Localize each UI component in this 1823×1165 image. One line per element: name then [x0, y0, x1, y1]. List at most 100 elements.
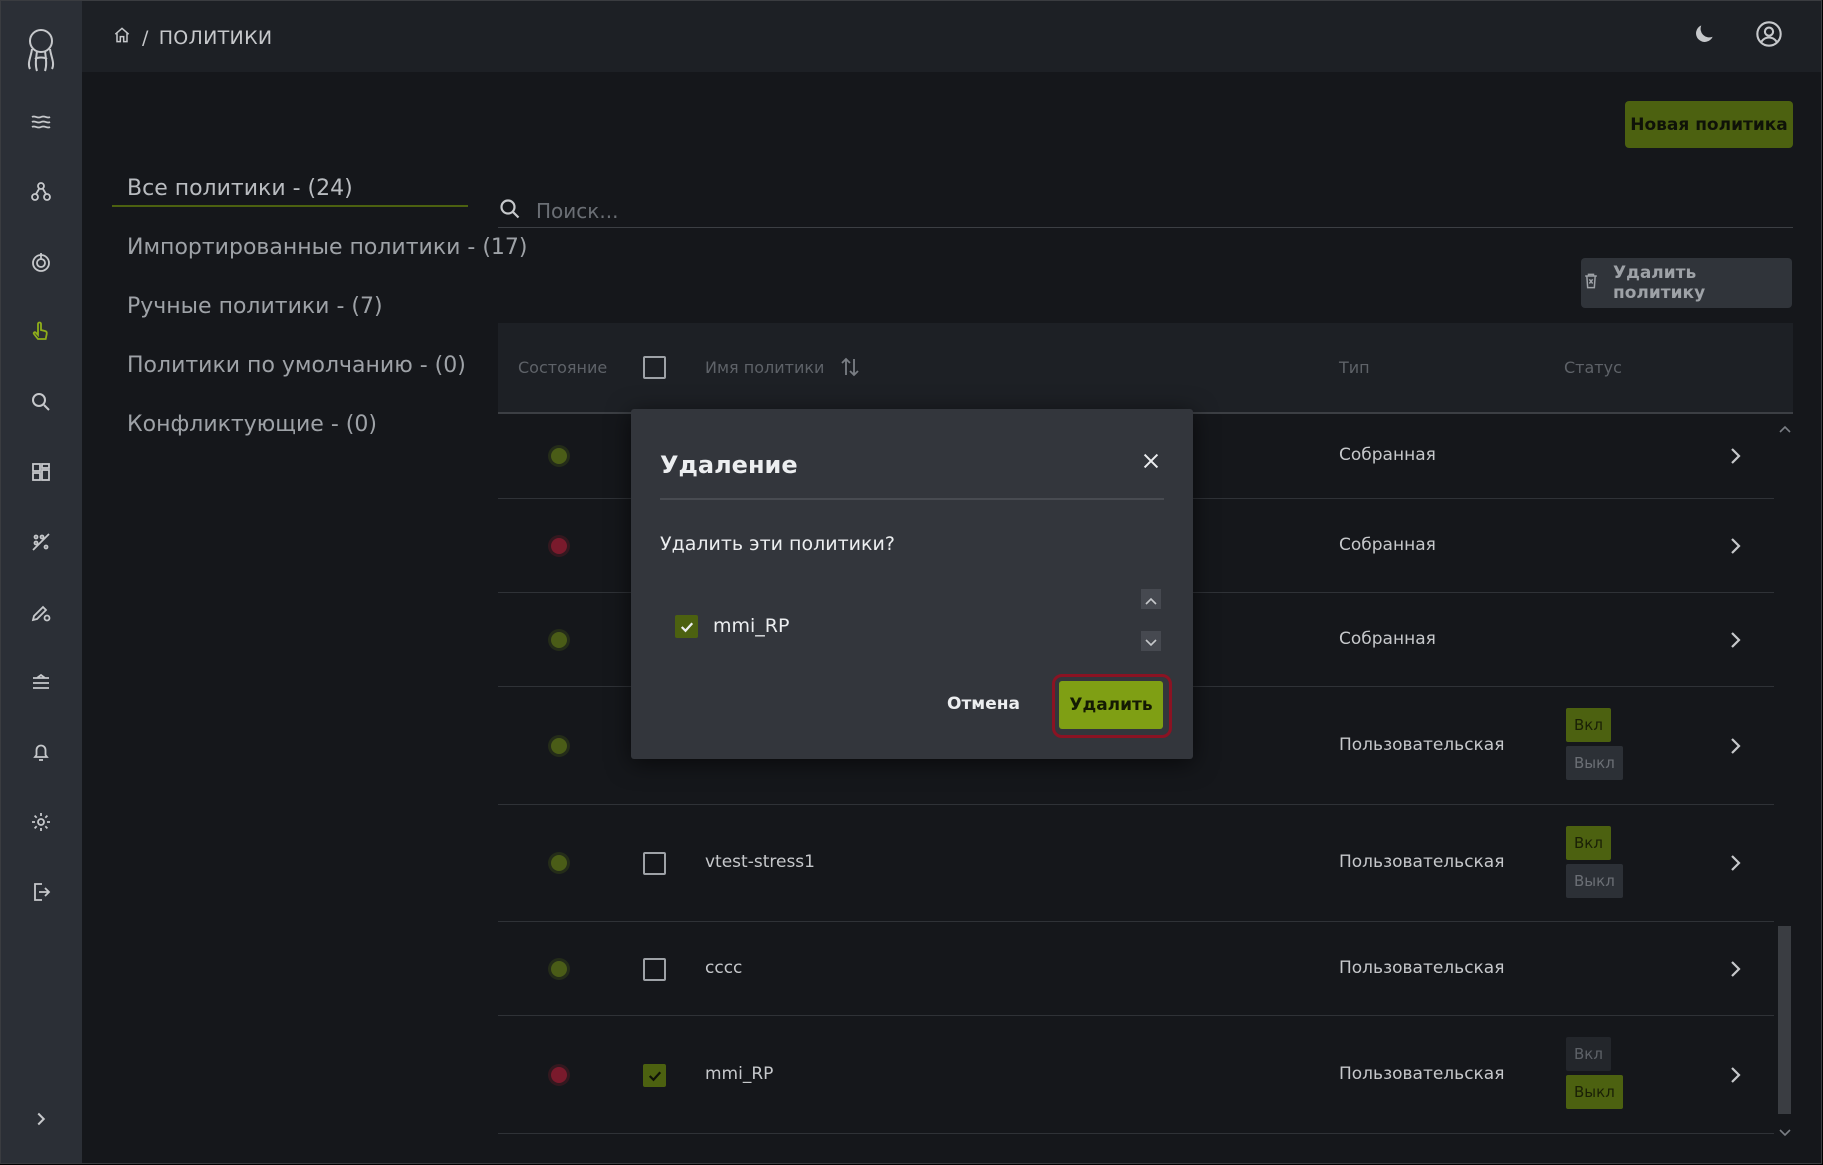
chevron-down-icon: [1145, 632, 1157, 651]
chevron-right-icon[interactable]: [1727, 853, 1743, 873]
filter-imported[interactable]: Импортированные политики - (17): [127, 235, 528, 260]
pen-gear-icon: [29, 600, 53, 628]
layers-icon: [29, 670, 53, 698]
state-indicator: [551, 538, 567, 554]
sidebar-item-waves[interactable]: [21, 104, 61, 144]
table-row[interactable]: mmi_RP Пользовательская Вкл Выкл: [498, 1016, 1774, 1134]
cancel-button[interactable]: Отмена: [947, 694, 1020, 714]
sidebar-item-analytics[interactable]: [21, 524, 61, 564]
app-window: / ПОЛИТИКИ Новая политика Все политики -…: [0, 0, 1822, 1164]
sidebar-item-nodes[interactable]: [21, 174, 61, 214]
dialog-divider: [660, 498, 1164, 500]
column-name[interactable]: Имя политики: [705, 358, 824, 377]
policy-name[interactable]: vtest-stress1: [705, 852, 815, 872]
status-toggle[interactable]: Вкл Выкл: [1566, 826, 1623, 902]
policy-type: Пользовательская: [1339, 958, 1505, 978]
state-indicator: [551, 448, 567, 464]
row-checkbox[interactable]: [643, 958, 666, 981]
policy-type: Собранная: [1339, 445, 1436, 465]
table-row[interactable]: vtest-stress1 Пользовательская Вкл Выкл: [498, 805, 1774, 922]
table-row[interactable]: cccc Пользовательская: [498, 922, 1774, 1016]
toggle-on[interactable]: Вкл: [1566, 708, 1611, 742]
chevron-right-icon[interactable]: [1727, 1065, 1743, 1085]
chevron-right-icon[interactable]: [1727, 536, 1743, 556]
policy-type: Собранная: [1339, 535, 1436, 555]
dialog-scroll-down[interactable]: [1141, 631, 1161, 651]
sidebar-item-logout[interactable]: [21, 874, 61, 914]
select-all-checkbox[interactable]: [643, 356, 666, 379]
toggle-off[interactable]: Выкл: [1566, 864, 1623, 898]
policy-name[interactable]: cccc: [705, 958, 742, 978]
scrollbar-thumb[interactable]: [1778, 926, 1791, 1114]
waves-icon: [29, 110, 53, 138]
toggle-on[interactable]: Вкл: [1566, 826, 1611, 860]
dialog-item-label: mmi_RP: [713, 615, 790, 637]
chevron-right-icon[interactable]: [1727, 446, 1743, 466]
top-header: / ПОЛИТИКИ: [82, 1, 1821, 72]
table-scrollbar[interactable]: [1776, 414, 1793, 1137]
sidebar-item-policies[interactable]: [21, 314, 61, 354]
breadcrumb-separator: /: [142, 26, 149, 49]
column-state: Состояние: [518, 358, 608, 377]
sidebar-expand-button[interactable]: [26, 1106, 56, 1136]
sidebar-item-notifications[interactable]: [21, 734, 61, 774]
sidebar-item-search[interactable]: [21, 384, 61, 424]
state-indicator: [551, 961, 567, 977]
state-indicator: [551, 1067, 567, 1083]
sidebar-item-layers[interactable]: [21, 664, 61, 704]
chevron-up-icon: [1145, 590, 1157, 609]
dialog-title: Удаление: [660, 451, 798, 479]
policy-type: Собранная: [1339, 629, 1436, 649]
dialog-close-button[interactable]: [1139, 451, 1163, 475]
sidebar-item-dashboard[interactable]: [21, 454, 61, 494]
chevron-right-icon: [30, 1108, 52, 1134]
octopus-logo-icon[interactable]: [21, 27, 61, 73]
scroll-down-icon[interactable]: [1779, 1122, 1791, 1141]
toggle-off[interactable]: Выкл: [1566, 746, 1623, 780]
status-toggle[interactable]: Вкл Выкл: [1566, 708, 1623, 784]
power-icon: [29, 250, 53, 278]
status-toggle[interactable]: Вкл Выкл: [1566, 1037, 1623, 1113]
confirm-delete-button[interactable]: Удалить: [1059, 681, 1163, 729]
row-checkbox-checked[interactable]: [643, 1064, 666, 1087]
row-checkbox[interactable]: [643, 852, 666, 875]
search-input[interactable]: [536, 198, 1436, 223]
search-bar: [498, 194, 1793, 228]
breadcrumb: / ПОЛИТИКИ: [112, 25, 272, 50]
dialog-item-checkbox[interactable]: [675, 615, 698, 638]
theme-toggle-button[interactable]: [1687, 19, 1721, 53]
column-status: Статус: [1564, 358, 1622, 377]
sidebar-item-power[interactable]: [21, 244, 61, 284]
toggle-on[interactable]: Вкл: [1566, 1037, 1611, 1071]
filter-all[interactable]: Все политики - (24): [127, 176, 353, 201]
bell-icon: [29, 740, 53, 768]
active-filter-underline: [112, 205, 468, 207]
search-icon: [498, 197, 522, 225]
home-icon[interactable]: [112, 25, 132, 50]
sidebar: [1, 1, 82, 1163]
chevron-right-icon[interactable]: [1727, 736, 1743, 756]
chevron-right-icon[interactable]: [1727, 630, 1743, 650]
dialog-question: Удалить эти политики?: [660, 533, 895, 555]
policy-name[interactable]: mmi_RP: [705, 1064, 773, 1084]
scroll-up-icon[interactable]: [1779, 418, 1791, 437]
new-policy-button[interactable]: Новая политика: [1625, 101, 1793, 148]
filter-conflicting[interactable]: Конфликтующие - (0): [127, 412, 377, 437]
filter-manual[interactable]: Ручные политики - (7): [127, 294, 383, 319]
delete-policy-button[interactable]: Удалить политику: [1581, 258, 1792, 308]
toggle-off[interactable]: Выкл: [1566, 1075, 1623, 1109]
sort-icon[interactable]: [838, 353, 862, 385]
sidebar-item-editor[interactable]: [21, 594, 61, 634]
dialog-policy-list: mmi_RP: [660, 591, 1140, 651]
chevron-right-icon[interactable]: [1727, 959, 1743, 979]
search-icon: [29, 390, 53, 418]
dashboard-icon: [29, 460, 53, 488]
filter-default[interactable]: Политики по умолчанию - (0): [127, 353, 466, 378]
delete-policy-label: Удалить политику: [1613, 263, 1706, 303]
state-indicator: [551, 738, 567, 754]
chart-scatter-icon: [29, 530, 53, 558]
dialog-scroll-up[interactable]: [1141, 589, 1161, 609]
sidebar-item-settings[interactable]: [21, 804, 61, 844]
user-circle-icon: [1755, 20, 1783, 52]
user-menu-button[interactable]: [1752, 19, 1786, 53]
